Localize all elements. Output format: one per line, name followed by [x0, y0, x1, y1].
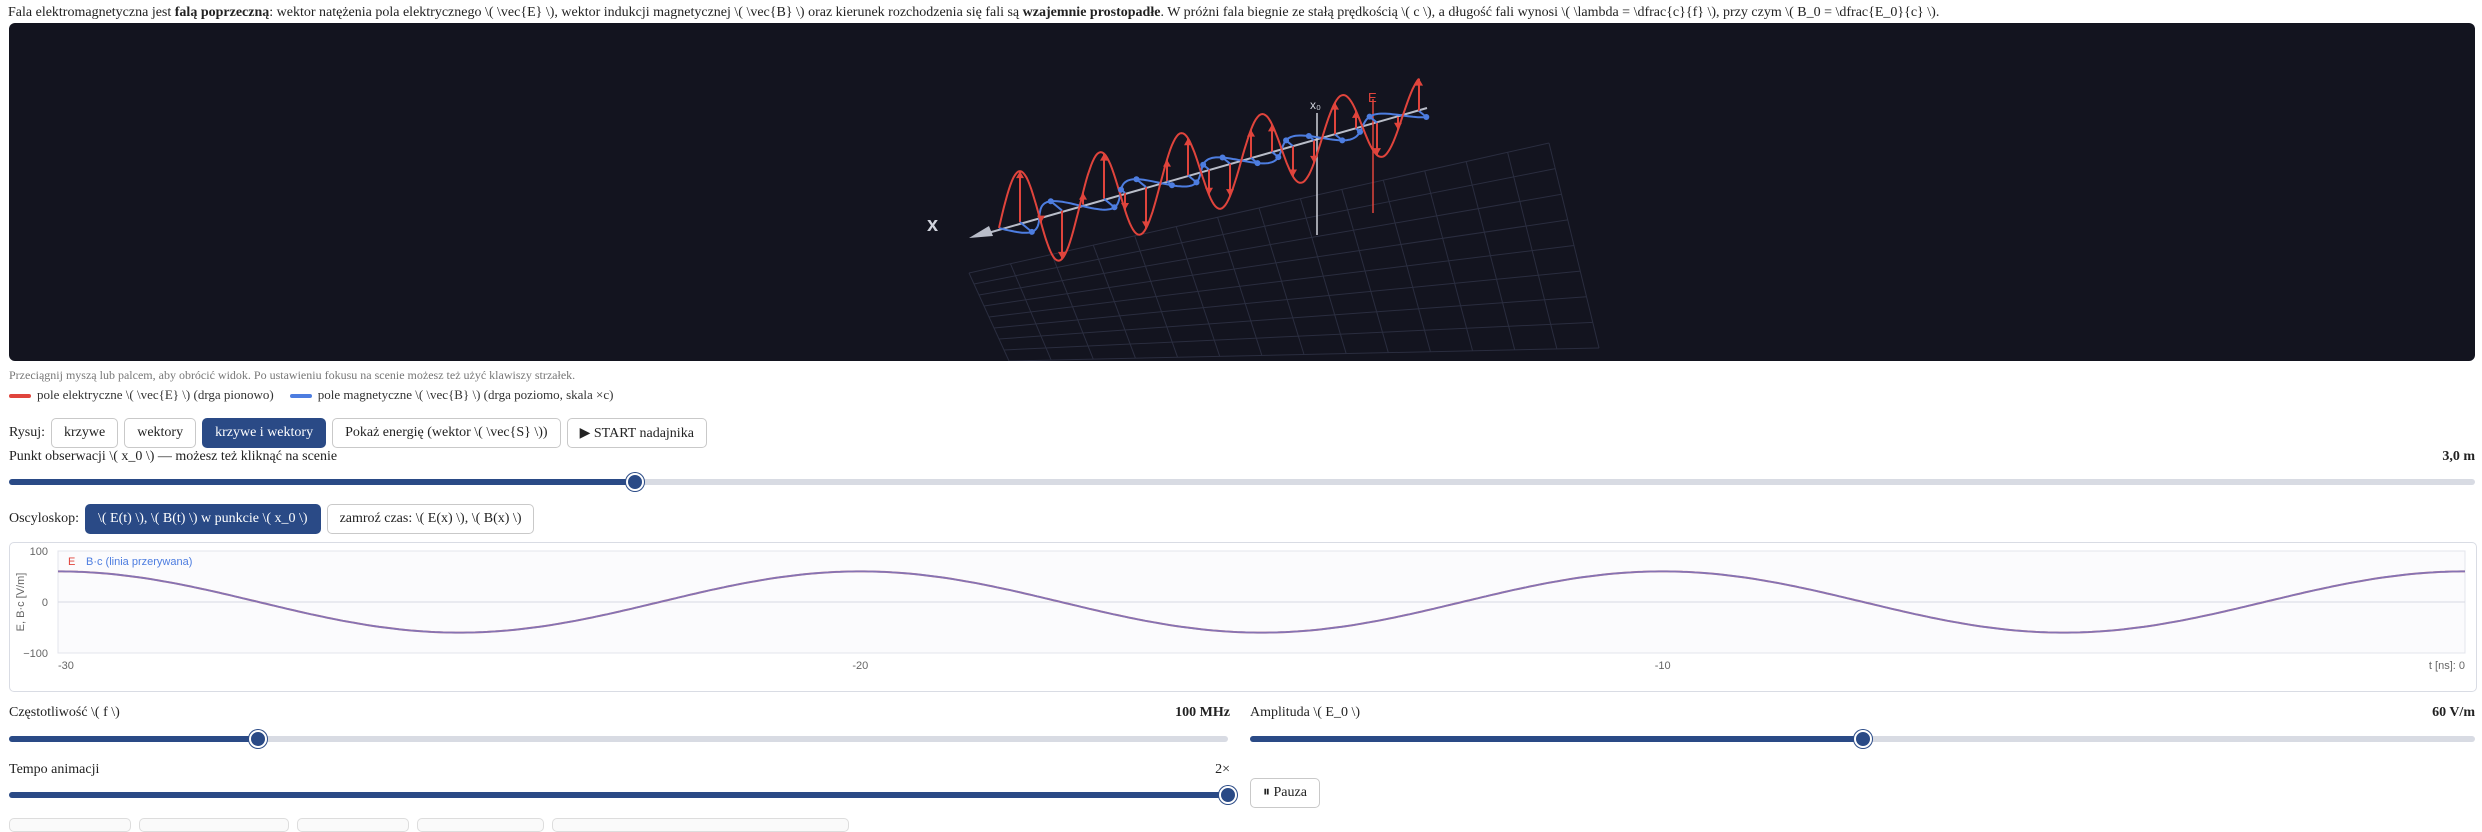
amplitude-slider-thumb[interactable]	[1853, 730, 1872, 748]
draw-vectors-button[interactable]: wektory	[124, 418, 197, 448]
partial-button-4[interactable]	[417, 818, 544, 832]
b-vector-head	[1200, 161, 1207, 168]
legend-b: pole magnetyczne \( \vec{B} \) (drga poz…	[289, 387, 613, 403]
field-legend: pole elektryczne \( \vec{E} \) (drga pio…	[9, 387, 613, 403]
wave-3d-scene[interactable]: x x₀ E	[9, 23, 2475, 361]
grid-line	[988, 245, 1575, 318]
observation-value: 3,0 m	[2442, 449, 2475, 464]
b-vector-head	[1133, 176, 1140, 183]
e-vector-head	[1247, 129, 1255, 137]
b-vector-head	[1339, 137, 1346, 144]
scene-hint: Przeciągnij myszą lub palcem, aby obróci…	[9, 368, 576, 382]
y-axis-label: E, B·c [V/m]	[15, 573, 27, 632]
e-vector-head	[1163, 159, 1171, 167]
b-vector-head	[1275, 154, 1282, 161]
b-vector-head	[1423, 113, 1430, 120]
draw-label: Rysuj:	[9, 425, 46, 440]
oscilloscope-label: Oscyloskop:	[9, 511, 79, 526]
partial-button-5[interactable]	[552, 818, 849, 832]
e-vector-head	[1121, 203, 1129, 211]
intro-text: Fala elektromagnetyczna jest falą poprze…	[8, 5, 1940, 20]
b-vector-head	[1366, 113, 1373, 120]
grid-line	[993, 270, 1581, 329]
draw-toolbar: Rysuj: krzywe wektory krzywe i wektory P…	[9, 418, 707, 448]
partial-button-1[interactable]	[9, 818, 131, 832]
draw-curves-button[interactable]: krzywe	[51, 418, 119, 448]
pause-button[interactable]: ⏸ Pauza	[1250, 778, 1320, 808]
tempo-label: Tempo animacji	[9, 762, 100, 777]
observation-slider-thumb[interactable]	[626, 473, 645, 491]
observation-label: Punkt obserwacji \( x_0 \) — możesz też …	[9, 449, 338, 464]
grid-line	[983, 219, 1568, 307]
b-vector-head	[1111, 204, 1118, 211]
tempo-slider[interactable]	[9, 786, 1237, 804]
e-vector-head	[1142, 221, 1150, 229]
x-tick-label: -10	[1655, 660, 1671, 672]
partial-button-2[interactable]	[139, 818, 289, 832]
e-vector-head	[1394, 122, 1402, 130]
grid-line	[998, 296, 1587, 340]
tempo-value: 2×	[1215, 762, 1230, 777]
e-vector-head	[1205, 187, 1213, 195]
grid-line	[978, 193, 1562, 296]
osc-time-mode-button[interactable]: \( E(t) \), \( B(t) \) w punkcie \( x_0 …	[85, 504, 321, 534]
amplitude-slider-fill	[1250, 736, 1863, 742]
amplitude-value: 60 V/m	[2432, 705, 2475, 720]
e-field-vectors	[1016, 78, 1423, 259]
grid-line	[1003, 321, 1593, 351]
e-swatch	[9, 394, 31, 399]
osc-freeze-mode-button[interactable]: zamroź czas: \( E(x) \), \( B(x) \)	[326, 504, 535, 534]
b-vector-head	[1168, 182, 1175, 189]
oscilloscope-plot: 100 0 −100 -30 -20 -10 t [ns]: 0 E, B·c [V/m] E B…	[15, 546, 2466, 672]
start-transmitter-button[interactable]: ▶ START nadajnika	[566, 418, 707, 448]
legend-b-label: B·c (linia przerywana)	[86, 556, 192, 568]
partial-button-3[interactable]	[297, 818, 409, 832]
b-vector-head	[1028, 228, 1035, 235]
legend-e-label: E	[68, 556, 75, 568]
oscilloscope-toolbar: Oscyloskop: \( E(t) \), \( B(t) \) w pun…	[9, 504, 535, 534]
tempo-slider-fill	[9, 792, 1228, 798]
e-vector-head	[1268, 124, 1276, 132]
x-axis-end-label: t [ns]: 0	[2429, 660, 2465, 672]
amplitude-slider[interactable]	[1250, 730, 2475, 748]
x-tick-label: -20	[852, 660, 868, 672]
energy-toggle-button[interactable]: Pokaż energię (wektor \( \vec{S} \))	[332, 418, 561, 448]
y-tick-label: −100	[23, 648, 48, 660]
x0-label: x₀	[1310, 98, 1321, 112]
b-vector-head	[1357, 128, 1364, 135]
x-axis-arrow	[969, 226, 993, 238]
tempo-slider-thumb[interactable]	[1219, 786, 1237, 804]
e-vector-head	[1352, 110, 1360, 118]
y-tick-label: 100	[30, 546, 48, 558]
frequency-slider-fill	[9, 736, 258, 742]
frequency-slider-thumb[interactable]	[248, 730, 267, 748]
x-axis-line	[980, 107, 1428, 236]
y-tick-label: 0	[42, 597, 48, 609]
observation-slider-fill	[9, 479, 636, 485]
oscilloscope-chart: 100 0 −100 -30 -20 -10 t [ns]: 0 E, B·c [V/m] E B…	[9, 542, 2477, 692]
b-vector-head	[1254, 160, 1261, 167]
draw-both-button[interactable]: krzywe i wektory	[202, 418, 327, 448]
b-swatch	[289, 394, 312, 399]
e-vector-head	[1079, 192, 1087, 200]
b-field-vectors	[1019, 110, 1430, 235]
observation-slider[interactable]	[9, 473, 2475, 491]
b-vector-head	[1193, 179, 1200, 186]
b-vector-head	[1305, 133, 1312, 140]
grid-line	[1008, 347, 1600, 361]
b-vector-head	[1219, 154, 1226, 161]
frequency-label: Częstotliwość \( f \)	[9, 705, 120, 720]
scene-canvas[interactable]: x x₀ E	[9, 23, 2475, 361]
x-tick-label: -30	[58, 660, 74, 672]
x-axis-label: x	[927, 214, 938, 236]
b-vector-head	[1283, 137, 1290, 144]
e-axis-label: E	[1368, 90, 1377, 105]
b-vector-head	[1118, 186, 1125, 193]
frequency-value: 100 MHz	[1175, 705, 1230, 720]
frequency-slider[interactable]	[9, 730, 1228, 748]
e-vector-head	[1226, 189, 1234, 197]
b-vector-head	[1047, 198, 1054, 205]
amplitude-label: Amplituda \( E_0 \)	[1250, 705, 1361, 720]
legend-e: pole elektryczne \( \vec{E} \) (drga pio…	[9, 387, 274, 403]
